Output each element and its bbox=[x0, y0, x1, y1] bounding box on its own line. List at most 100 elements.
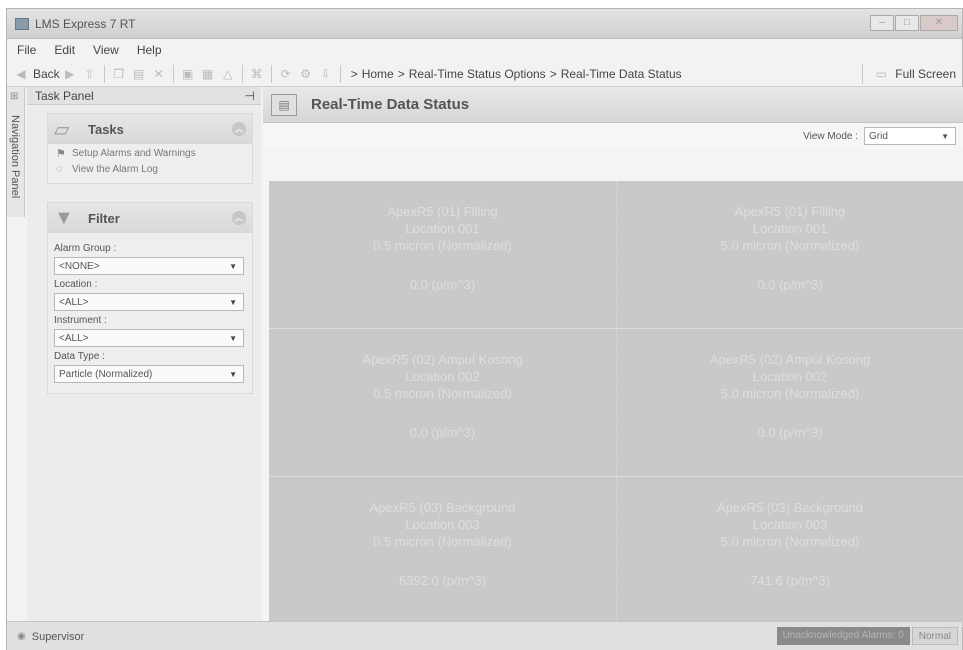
instrument-value: <ALL> bbox=[59, 332, 89, 344]
alarm-group-value: <NONE> bbox=[59, 260, 100, 272]
toolbar-separator bbox=[241, 64, 243, 83]
cell-value: 0.0 (p/m^3) bbox=[757, 277, 823, 292]
cell-channel: 5.0 micron (Normalized) bbox=[720, 534, 860, 549]
tasks-section-header[interactable]: ▱ Tasks ︽ bbox=[48, 114, 252, 144]
close-icon[interactable]: ✕ bbox=[920, 15, 958, 31]
alert-icon[interactable]: △ bbox=[221, 67, 235, 81]
breadcrumb-home[interactable]: Home bbox=[362, 67, 394, 81]
status-bar: ◉ Supervisor Unacknowledged Alarms: 0 No… bbox=[7, 621, 962, 650]
mode-status-badge: Normal bbox=[911, 627, 958, 645]
delete-icon[interactable]: ✕ bbox=[152, 67, 166, 81]
download-icon[interactable]: ⇩ bbox=[319, 67, 333, 81]
filter-icon: ▼ bbox=[54, 206, 74, 229]
task-label: View the Alarm Log bbox=[72, 163, 158, 175]
location-select[interactable]: <ALL> ▼ bbox=[54, 293, 244, 311]
cell-instrument: ApexR5 (01) Filling bbox=[387, 204, 498, 219]
app-icon bbox=[15, 17, 29, 30]
toolbar: ◀ Back ▶ ⇧ ❐ ▤ ✕ ▣ ▦ △ ⌘ ⟳ ⚙ ⇩ > Home > … bbox=[7, 61, 962, 87]
chevron-down-icon: ▼ bbox=[941, 131, 949, 141]
filter-title: Filter bbox=[88, 210, 120, 226]
menu-file[interactable]: File bbox=[17, 43, 36, 57]
save-icon[interactable]: ▣ bbox=[181, 67, 195, 81]
alarm-status-badge[interactable]: Unacknowledged Alarms: 0 bbox=[776, 627, 910, 645]
cell-location: Location 003 bbox=[405, 517, 480, 532]
cell-location: Location 003 bbox=[752, 517, 828, 532]
print-icon[interactable]: ▦ bbox=[201, 67, 215, 81]
cell-value: 0.0 (p/m^3) bbox=[757, 425, 823, 440]
alarm-icon: ⚑ bbox=[56, 148, 66, 160]
menu-edit[interactable]: Edit bbox=[54, 43, 75, 57]
instrument-select[interactable]: <ALL> ▼ bbox=[54, 329, 244, 347]
status-grid: ApexR5 (01) Filling Location 001 0.5 mic… bbox=[269, 181, 963, 627]
back-label: Back bbox=[33, 66, 60, 81]
task-view-alarm-log[interactable]: ◌ View the Alarm Log bbox=[48, 160, 252, 183]
task-panel-title: Task Panel bbox=[35, 88, 94, 103]
maximize-icon[interactable]: □ bbox=[895, 15, 919, 31]
location-value: <ALL> bbox=[59, 296, 89, 308]
cell-value: 741.6 (p/m^3) bbox=[750, 573, 830, 588]
pin-icon[interactable]: ⊞ bbox=[10, 91, 18, 102]
view-mode-value: Grid bbox=[869, 130, 888, 142]
status-cell[interactable]: ApexR5 (01) Filling Location 001 5.0 mic… bbox=[617, 181, 963, 329]
breadcrumb-separator: > bbox=[397, 66, 405, 81]
copy-icon[interactable]: ❐ bbox=[112, 67, 126, 81]
collapse-icon[interactable]: ︽ bbox=[232, 211, 246, 225]
window-controls: – □ ✕ bbox=[870, 15, 958, 31]
task-panel: Task Panel ⊣ ▱ Tasks ︽ ⚑ Setup Alarms an… bbox=[27, 87, 261, 621]
chevron-down-icon: ▼ bbox=[229, 297, 237, 307]
paste-icon[interactable]: ▤ bbox=[132, 67, 146, 81]
cell-location: Location 001 bbox=[752, 221, 828, 236]
cell-location: Location 002 bbox=[405, 369, 480, 384]
tasks-icon: ▱ bbox=[54, 118, 70, 141]
refresh-icon[interactable]: ⟳ bbox=[279, 67, 293, 81]
user-icon: ◉ bbox=[17, 631, 26, 642]
log-icon: ◌ bbox=[56, 163, 63, 175]
chevron-down-icon: ▼ bbox=[229, 369, 237, 379]
cell-channel: 0.5 micron (Normalized) bbox=[373, 534, 512, 549]
menu-help[interactable]: Help bbox=[137, 43, 162, 57]
settings-icon[interactable]: ⚙ bbox=[299, 67, 313, 81]
back-button[interactable]: ◀ Back bbox=[11, 66, 60, 81]
forward-icon[interactable]: ▶ bbox=[63, 67, 77, 81]
navigation-panel-tab[interactable]: ⊞ Navigation Panel bbox=[7, 87, 25, 217]
status-cell[interactable]: ApexR5 (02) Ampul Kosong Location 002 5.… bbox=[617, 329, 963, 477]
filter-section-header[interactable]: ▼ Filter ︽ bbox=[48, 203, 252, 233]
full-screen-label: Full Screen bbox=[895, 67, 956, 81]
menu-view[interactable]: View bbox=[93, 43, 119, 57]
cell-channel: 5.0 micron (Normalized) bbox=[720, 238, 860, 253]
tasks-title: Tasks bbox=[88, 121, 124, 137]
status-cell[interactable]: ApexR5 (01) Filling Location 001 0.5 mic… bbox=[269, 181, 617, 329]
view-mode-select[interactable]: Grid ▼ bbox=[864, 127, 956, 145]
cell-instrument: ApexR5 (01) Filling bbox=[734, 204, 846, 219]
status-cell[interactable]: ApexR5 (03) Background Location 003 0.5 … bbox=[269, 477, 617, 627]
alarm-group-label: Alarm Group : bbox=[54, 243, 117, 254]
chevron-down-icon: ▼ bbox=[229, 333, 237, 343]
cell-location: Location 002 bbox=[752, 369, 828, 384]
main-content: ▤ Real-Time Data Status View Mode : Grid… bbox=[263, 87, 963, 627]
cell-channel: 5.0 micron (Normalized) bbox=[720, 386, 860, 401]
back-arrow-icon: ◀ bbox=[16, 66, 26, 81]
cell-value: 6392.0 (p/m^3) bbox=[398, 573, 487, 588]
collapse-icon[interactable]: ︽ bbox=[232, 122, 246, 136]
pin-icon[interactable]: ⊣ bbox=[245, 89, 255, 103]
up-icon[interactable]: ⇧ bbox=[83, 67, 97, 81]
breadcrumb-separator: > bbox=[350, 66, 358, 81]
full-screen-button[interactable]: ▭ Full Screen bbox=[862, 64, 956, 84]
network-icon[interactable]: ⌘ bbox=[250, 67, 264, 81]
minimize-icon[interactable]: – bbox=[870, 15, 894, 31]
status-indicators: Unacknowledged Alarms: 0 Normal bbox=[776, 627, 958, 645]
alarm-group-select[interactable]: <NONE> ▼ bbox=[54, 257, 244, 275]
data-type-label: Data Type : bbox=[54, 351, 105, 362]
cell-instrument: ApexR5 (03) Background bbox=[369, 500, 516, 515]
task-setup-alarms[interactable]: ⚑ Setup Alarms and Warnings bbox=[48, 144, 252, 160]
cell-value: 0.0 (p/m^3) bbox=[409, 425, 476, 440]
status-cell[interactable]: ApexR5 (03) Background Location 003 5.0 … bbox=[617, 477, 963, 627]
cell-channel: 0.5 micron (Normalized) bbox=[373, 238, 512, 253]
navigation-panel-label: Navigation Panel bbox=[9, 115, 21, 199]
cell-location: Location 001 bbox=[405, 221, 480, 236]
data-type-value: Particle (Normalized) bbox=[59, 368, 153, 380]
breadcrumb-status-options[interactable]: Real-Time Status Options bbox=[409, 67, 546, 81]
status-cell[interactable]: ApexR5 (02) Ampul Kosong Location 002 0.… bbox=[269, 329, 617, 477]
page-title: Real-Time Data Status bbox=[311, 96, 470, 113]
data-type-select[interactable]: Particle (Normalized) ▼ bbox=[54, 365, 244, 383]
